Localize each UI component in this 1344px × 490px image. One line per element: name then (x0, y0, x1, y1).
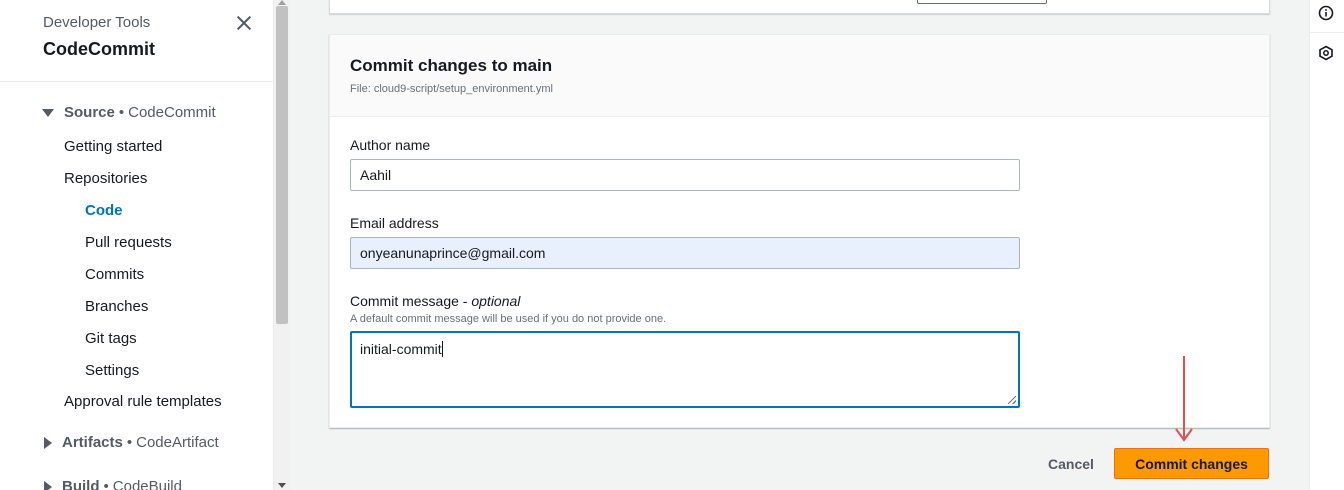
sidebar-item-getting-started[interactable]: Getting started (64, 138, 162, 155)
sidebar-scrollbar[interactable] (274, 0, 290, 490)
nav-section-artifacts[interactable]: Artifacts • CodeArtifact (42, 434, 219, 451)
resize-grip-icon[interactable] (1008, 396, 1016, 404)
service-title[interactable]: CodeCommit (43, 39, 273, 60)
hexagon-icon[interactable] (1318, 45, 1334, 61)
nav-section-build[interactable]: Build • CodeBuild (42, 478, 182, 490)
scroll-up-icon[interactable] (278, 0, 286, 5)
sidebar-item-commits[interactable]: Commits (85, 266, 144, 283)
rail-divider (1310, 32, 1344, 33)
side-navigation: Developer Tools CodeCommit Source • Code… (0, 0, 274, 490)
commit-message-hint: A default commit message will be used if… (350, 313, 667, 325)
nav-section-suffix: CodeArtifact (136, 434, 219, 451)
nav-section-label: Source (64, 104, 115, 121)
info-icon[interactable] (1318, 5, 1334, 21)
sidebar-item-pull-requests[interactable]: Pull requests (85, 234, 172, 251)
editor-container (329, 0, 1270, 14)
editor-control[interactable] (917, 0, 1047, 4)
sidebar-item-repositories[interactable]: Repositories (64, 170, 147, 187)
sidebar-header: Developer Tools CodeCommit (0, 0, 273, 82)
commit-message-textarea[interactable]: initial-commit (350, 331, 1020, 408)
sidebar-item-settings[interactable]: Settings (85, 362, 139, 379)
caret-down-icon (42, 108, 54, 117)
nav-section-sep: • (103, 478, 109, 490)
caret-right-icon (44, 480, 52, 490)
email-address-label: Email address (350, 215, 439, 231)
sidebar-item-approval-rule-templates[interactable]: Approval rule templates (64, 393, 222, 410)
commit-file-path: File: cloud9-script/setup_environment.ym… (350, 83, 553, 95)
nav-section-label: Build (62, 478, 100, 490)
cancel-button[interactable]: Cancel (1036, 448, 1106, 479)
nav-section-suffix: CodeCommit (128, 104, 216, 121)
commit-changes-button[interactable]: Commit changes (1114, 448, 1269, 479)
nav-section-source[interactable]: Source • CodeCommit (42, 104, 216, 121)
author-name-input[interactable]: Aahil (350, 159, 1020, 191)
commit-panel-title: Commit changes to main (350, 56, 553, 75)
nav-section-suffix: CodeBuild (112, 478, 182, 490)
commit-changes-panel: Commit changes to main File: cloud9-scri… (329, 34, 1270, 428)
scroll-down-icon[interactable] (278, 483, 286, 488)
email-address-input[interactable]: onyeanunaprince@gmail.com (350, 237, 1020, 269)
text-caret (441, 341, 443, 357)
nav-section-label: Artifacts (62, 434, 123, 451)
annotation-arrow-icon (1175, 356, 1193, 442)
sidebar-item-branches[interactable]: Branches (85, 298, 148, 315)
commit-message-label: Commit message - optional (350, 293, 520, 309)
author-name-label: Author name (350, 137, 431, 153)
close-sidebar-icon[interactable] (234, 13, 254, 33)
sidebar-item-git-tags[interactable]: Git tags (85, 330, 137, 347)
commit-message-text: initial-commit (360, 341, 442, 357)
nav-section-sep: • (126, 434, 133, 451)
commit-panel-header: Commit changes to main File: cloud9-scri… (330, 35, 1269, 117)
sidebar-item-code[interactable]: Code (85, 202, 123, 219)
optional-tag: optional (471, 293, 521, 309)
nav-section-sep: • (118, 104, 125, 121)
right-tools-rail (1309, 0, 1344, 490)
scrollbar-thumb[interactable] (276, 6, 288, 324)
commit-message-label-text: Commit message - (350, 293, 472, 309)
caret-right-icon (44, 436, 52, 449)
